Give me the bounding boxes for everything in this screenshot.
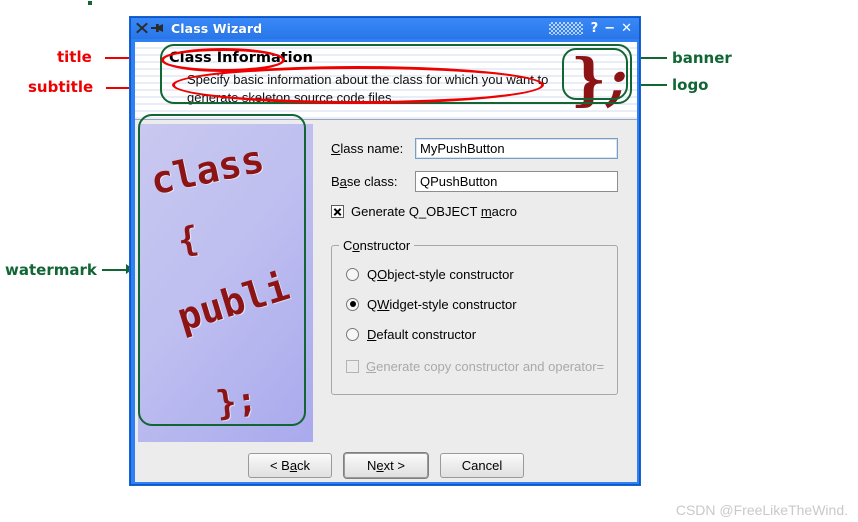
annotation-watermark-label: watermark (5, 261, 97, 279)
watermark-line: class (146, 136, 268, 204)
wizard-watermark: class { publi }; (138, 124, 313, 442)
wizard-logo: }; (567, 48, 629, 112)
watermark-line: { (175, 218, 202, 262)
copy-ctor-label: Generate copy constructor and operator= (366, 359, 604, 374)
default-ctor-radio[interactable] (346, 327, 359, 341)
title-bar-icons (134, 21, 164, 36)
dialog-body: class { publi }; Class name: MyPushButto… (135, 120, 637, 448)
qobject-macro-pre: Generate Q_OBJECT (351, 204, 481, 219)
copy-post: enerate copy constructor and operator= (376, 358, 605, 374)
constructor-options: QObject-style constructor QWidget-style … (332, 246, 617, 381)
class-name-mnemonic: C (331, 141, 341, 156)
logo-brace-glyph: } (570, 47, 607, 113)
annotation-banner-leader (639, 57, 667, 59)
logo-semicolon-glyph: ; (606, 47, 628, 113)
window-title: Class Wizard (171, 21, 263, 36)
constructor-group-box: QObject-style constructor QWidget-style … (331, 245, 618, 395)
qobject-macro-mnemonic: m (480, 204, 492, 219)
constructor-group-legend: Constructor (339, 238, 415, 253)
legend-post: nstructor (359, 238, 411, 253)
base-class-label-pre: B (331, 174, 340, 189)
annotation-logo-label: logo (672, 76, 709, 94)
next-button[interactable]: Ne xt > (344, 452, 428, 478)
base-class-input[interactable]: QPushButton (415, 171, 618, 192)
watermark-line: }; (213, 379, 260, 425)
opt0-post: bject-style constructor (387, 266, 514, 282)
legend-mnemonic: o (352, 238, 360, 253)
next-mnemonic: e (376, 457, 384, 473)
title-bar[interactable]: Class Wizard ? − ✕ (131, 18, 639, 39)
base-class-mnemonic: a (339, 174, 347, 189)
radio-row-qwidget[interactable]: QWidget-style constructor (346, 289, 617, 319)
stray-green-pixel (88, 1, 92, 5)
default-ctor-label: Default constructor (367, 327, 476, 342)
back-button[interactable]: < Ba ck (248, 452, 332, 478)
copy-mnemonic: G (366, 358, 377, 374)
legend-pre: C (343, 238, 353, 253)
help-button[interactable]: ? (591, 22, 599, 35)
qwidget-style-label: QWidget-style constructor (367, 297, 517, 312)
opt1-mnemonic: W (377, 296, 390, 312)
opt0-pre: Q (367, 266, 378, 282)
base-class-label-rest: se class: (346, 174, 398, 189)
class-name-label-rest: lass name: (340, 141, 404, 156)
radio-row-qobject[interactable]: QObject-style constructor (346, 259, 617, 289)
opt1-post: idget-style constructor (389, 296, 517, 312)
pin-icon[interactable] (151, 22, 164, 35)
wizard-banner: Class Information Specify basic informat… (135, 42, 637, 120)
button-bar: < Ba ck Ne xt > Cancel (135, 448, 637, 482)
banner-subtitle: Specify basic information about the clas… (187, 72, 549, 105)
qobject-macro-checkbox[interactable] (331, 205, 344, 218)
form-area: Class name: MyPushButton Base class: QPu… (313, 120, 637, 448)
opt0-mnemonic: O (377, 266, 388, 282)
qobject-macro-post: acro (491, 204, 517, 219)
back-pre: < B (269, 457, 290, 473)
copy-ctor-checkbox (346, 359, 359, 373)
x-app-icon (134, 21, 149, 36)
qobject-style-radio[interactable] (346, 267, 359, 281)
class-wizard-dialog: Class Wizard ? − ✕ Class Information Spe… (130, 17, 640, 485)
window-controls: ? − ✕ (548, 22, 635, 35)
copy-ctor-row: Generate copy constructor and operator= (346, 351, 617, 381)
cancel-button[interactable]: Cancel (440, 452, 524, 478)
base-class-label: Base class: (331, 174, 415, 189)
close-button[interactable]: ✕ (621, 22, 632, 35)
qobject-style-label: QObject-style constructor (367, 267, 514, 282)
annotation-title-label: title (57, 48, 92, 66)
annotation-subtitle-label: subtitle (28, 78, 94, 96)
cancel-pre: Cancel (461, 457, 503, 473)
next-pre: N (367, 457, 377, 473)
annotation-watermark-leader (102, 269, 128, 271)
csdn-watermark: CSDN @FreeLikeTheWind. (675, 502, 848, 518)
radio-row-default[interactable]: Default constructor (346, 319, 617, 349)
opt2-post: efault constructor (376, 326, 477, 342)
qwidget-style-radio[interactable] (346, 297, 359, 311)
back-post: ck (297, 457, 311, 473)
banner-title: Class Information (169, 50, 313, 66)
annotation-banner-label: banner (672, 49, 732, 67)
back-mnemonic: a (289, 457, 298, 473)
class-name-row: Class name: MyPushButton (331, 138, 637, 159)
minimize-button[interactable]: − (604, 22, 615, 35)
next-post: xt > (383, 457, 405, 473)
qobject-macro-row[interactable]: Generate Q_OBJECT macro (331, 204, 637, 219)
titlebar-dither-pattern (548, 22, 583, 35)
annotation-logo-leader (639, 84, 667, 86)
watermark-line: publi (172, 264, 295, 340)
qobject-macro-label: Generate Q_OBJECT macro (351, 204, 517, 219)
base-class-row: Base class: QPushButton (331, 171, 637, 192)
class-name-label: Class name: (331, 141, 415, 156)
opt2-mnemonic: D (367, 326, 377, 342)
opt1-pre: Q (367, 296, 378, 312)
class-name-input[interactable]: MyPushButton (415, 138, 618, 159)
